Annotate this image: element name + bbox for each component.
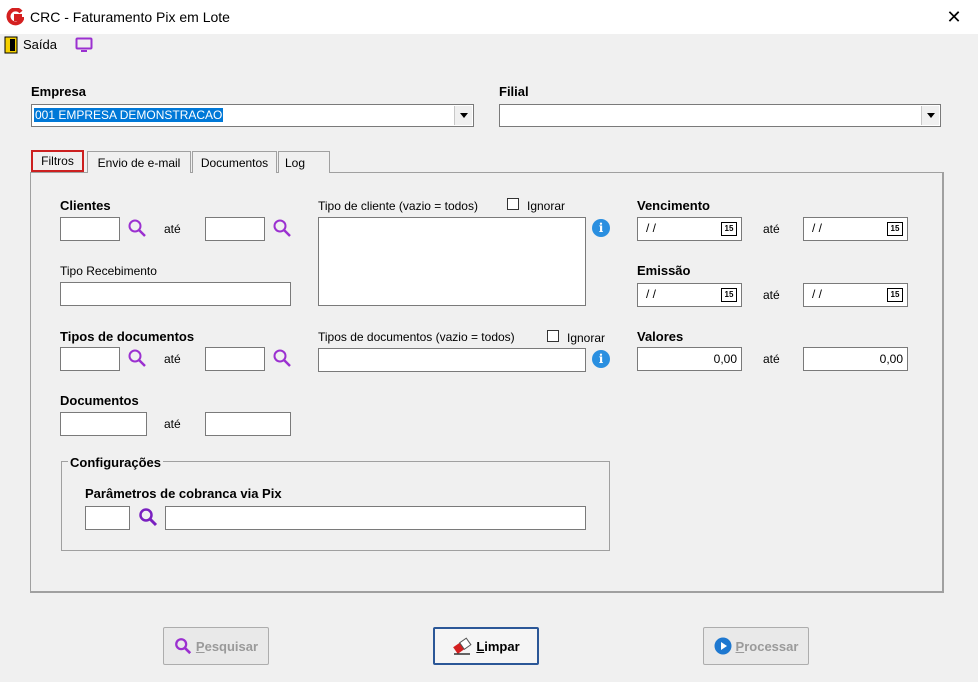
tipo-cliente-info-icon[interactable]: i — [592, 219, 610, 237]
tipos-doc-ignorar-label: Ignorar — [567, 331, 606, 345]
pix-param-search-icon[interactable] — [138, 507, 158, 527]
tab-documentos-label: Documentos — [200, 156, 269, 170]
tab-documentos[interactable]: Documentos — [192, 151, 277, 173]
valor-ate-input[interactable]: 0,00 — [803, 347, 908, 371]
emissao-label: Emissão — [637, 263, 691, 278]
emissao-de-value: / / — [646, 287, 657, 301]
tipo-cliente-list[interactable] — [318, 217, 586, 306]
tab-filtros-label: Filtros — [41, 154, 74, 168]
filial-dropdown-button[interactable] — [921, 106, 939, 125]
documento-ate-input[interactable] — [205, 412, 291, 436]
calendar-icon[interactable]: 15 — [721, 222, 737, 236]
tab-log[interactable]: Log — [278, 151, 330, 173]
tab-filtros[interactable]: Filtros — [31, 150, 84, 172]
emissao-ate-date[interactable]: / / 15 — [803, 283, 908, 307]
tab-log-label: Log — [285, 156, 306, 170]
cliente-ate-search-icon[interactable] — [272, 218, 292, 238]
exit-icon[interactable] — [4, 36, 18, 54]
cliente-de-search-icon[interactable] — [127, 218, 147, 238]
valor-ate-value: 0,00 — [879, 352, 903, 366]
pix-param-code-input[interactable] — [85, 506, 130, 530]
calendar-icon[interactable]: 15 — [887, 222, 903, 236]
tipo-doc-ate-input[interactable] — [205, 347, 265, 371]
tipo-recebimento-input[interactable] — [60, 282, 291, 306]
emissao-de-date[interactable]: / / 15 — [637, 283, 742, 307]
tipos-doc-ate-label: até — [164, 352, 181, 366]
tipos-doc-ignorar-checkbox[interactable] — [547, 330, 559, 342]
vencimento-label: Vencimento — [637, 198, 710, 213]
limpar-label-rest: impar — [484, 638, 520, 654]
tipos-doc-info-icon[interactable]: i — [592, 350, 610, 368]
tipo-cliente-ignorar-checkbox[interactable] — [507, 198, 519, 210]
chevron-down-icon — [926, 113, 935, 118]
emissao-ate-value: / / — [812, 287, 823, 301]
tipos-doc-vazio-input[interactable] — [318, 348, 586, 372]
valor-de-input[interactable]: 0,00 — [637, 347, 742, 371]
cliente-ate-input[interactable] — [205, 217, 265, 241]
empresa-label: Empresa — [31, 84, 86, 99]
documentos-label: Documentos — [60, 393, 139, 408]
pesquisar-mnemonic: P — [195, 638, 205, 654]
empresa-dropdown-button[interactable] — [454, 106, 472, 125]
empresa-select[interactable]: 001 EMPRESA DEMONSTRACAO — [31, 104, 474, 127]
limpar-label: Limpar — [476, 639, 519, 654]
tab-envio-email-label: Envio de e-mail — [97, 156, 181, 170]
documento-de-input[interactable] — [60, 412, 147, 436]
vencimento-ate-label: até — [763, 222, 780, 236]
pesquisar-label: Pesquisar — [196, 639, 258, 654]
search-icon — [175, 638, 192, 655]
pix-param-label: Parâmetros de cobranca via Pix — [85, 486, 282, 501]
processar-button[interactable]: Processar — [703, 627, 809, 665]
emissao-ate-label: até — [763, 288, 780, 302]
cliente-de-input[interactable] — [60, 217, 120, 241]
tipo-cliente-label: Tipo de cliente (vazio = todos) — [318, 199, 478, 213]
monitor-icon[interactable] — [75, 37, 93, 53]
vencimento-de-value: / / — [646, 221, 657, 235]
tipo-cliente-ignorar-label: Ignorar — [527, 199, 566, 213]
pesquisar-button[interactable]: Pesquisar — [163, 627, 269, 665]
processar-label: Processar — [736, 639, 799, 654]
tipo-doc-de-search-icon[interactable] — [127, 348, 147, 368]
valor-de-value: 0,00 — [713, 352, 737, 366]
vencimento-ate-date[interactable]: / / 15 — [803, 217, 908, 241]
limpar-button[interactable]: Limpar — [433, 627, 539, 665]
processar-label-rest: rocessar — [744, 638, 799, 654]
calendar-icon[interactable]: 15 — [721, 288, 737, 302]
filial-label: Filial — [499, 84, 529, 99]
empresa-selected-value: 001 EMPRESA DEMONSTRACAO — [34, 108, 224, 122]
valores-ate-label: até — [763, 352, 780, 366]
valores-label: Valores — [637, 329, 684, 344]
pix-param-description-input[interactable] — [165, 506, 586, 530]
play-icon — [714, 637, 732, 655]
clientes-label: Clientes — [60, 198, 111, 213]
tipos-doc-vazio-label: Tipos de documentos (vazio = todos) — [318, 330, 515, 344]
tipo-recebimento-label: Tipo Recebimento — [60, 264, 157, 278]
configuracoes-legend: Configurações — [68, 455, 164, 470]
close-button[interactable]: ✕ — [940, 6, 968, 28]
pesquisar-label-rest: esquisar — [204, 638, 259, 654]
app-logo-icon — [6, 7, 25, 26]
window-title: CRC - Faturamento Pix em Lote — [30, 9, 230, 25]
clientes-ate-label: até — [164, 222, 181, 236]
filial-select[interactable] — [499, 104, 941, 127]
documentos-ate-label: até — [164, 417, 181, 431]
tipo-doc-de-input[interactable] — [60, 347, 120, 371]
eraser-icon — [453, 637, 472, 655]
vencimento-ate-value: / / — [812, 221, 823, 235]
exit-button-label[interactable]: Saída — [23, 37, 57, 52]
tab-envio-email[interactable]: Envio de e-mail — [87, 151, 191, 173]
tipo-doc-ate-search-icon[interactable] — [272, 348, 292, 368]
processar-mnemonic: P — [735, 638, 745, 654]
chevron-down-icon — [459, 113, 468, 118]
vencimento-de-date[interactable]: / / 15 — [637, 217, 742, 241]
tipos-documentos-label: Tipos de documentos — [60, 329, 195, 344]
calendar-icon[interactable]: 15 — [887, 288, 903, 302]
